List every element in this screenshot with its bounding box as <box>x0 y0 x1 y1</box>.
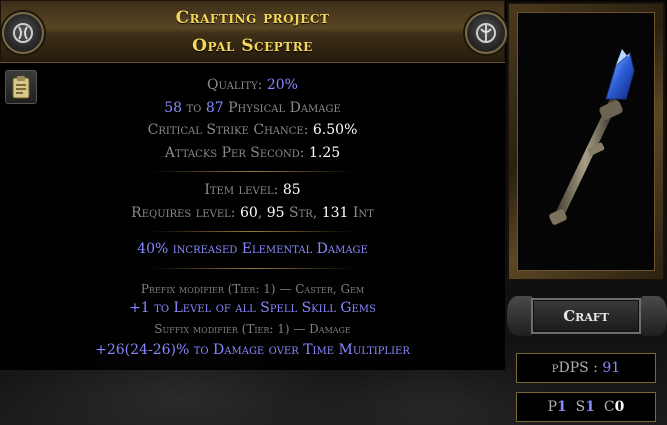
craft-control: Craft <box>507 288 667 346</box>
p-value: 1 <box>557 399 567 415</box>
ilvl-value: 85 <box>282 182 301 198</box>
phys-min: 58 <box>164 100 183 116</box>
suffix-mod: +26(24-26)% to Damage over Time Multipli… <box>95 342 410 358</box>
prefix-suffix-box: P1 S1 C0 <box>516 392 656 422</box>
aps-value: 1.25 <box>308 145 341 161</box>
implicit-mod: 40% increased Elemental Damage <box>137 241 368 257</box>
elder-emblem-icon <box>465 12 507 54</box>
craft-button[interactable]: Craft <box>531 298 641 334</box>
requirements-line: Requires level: 60, 95 Str, 131 Int <box>0 205 505 221</box>
req-int: 131 <box>321 205 349 221</box>
item-tooltip: Crafting project Opal Sceptre Quality: 2… <box>0 0 507 370</box>
separator <box>150 268 355 269</box>
item-art-frame <box>507 2 665 281</box>
item-art <box>517 12 655 271</box>
phys-max: 87 <box>205 100 224 116</box>
c-value: 0 <box>614 399 625 415</box>
phys-to: to <box>182 100 206 116</box>
pdps-label: pDPS : <box>551 360 603 376</box>
pdps-box: pDPS : 91 <box>516 353 656 383</box>
s-value: 1 <box>585 399 596 415</box>
sceptre-icon <box>549 49 635 225</box>
item-level-line: Item level: 85 <box>0 182 505 198</box>
prefix-mod: +1 to Level of all Spell Skill Gems <box>129 300 376 316</box>
str-label: Str, <box>284 205 322 221</box>
pdps-value: 91 <box>602 360 621 376</box>
item-name: Opal Sceptre <box>192 36 313 56</box>
req-str: 95 <box>266 205 285 221</box>
p-label: P <box>547 399 558 415</box>
physical-damage-line: 58 to 87 Physical Damage <box>0 100 505 116</box>
item-header: Crafting project Opal Sceptre <box>0 0 507 63</box>
crit-value: 6.50% <box>312 122 358 138</box>
craft-ornament-left <box>507 296 533 336</box>
suffix-label: Suffix modifier (Tier: 1) — Damage <box>154 322 351 336</box>
prefix-label: Prefix modifier (Tier: 1) — Caster, Gem <box>140 282 365 296</box>
quality-value: 20% <box>266 77 298 93</box>
int-label: Int <box>348 205 374 221</box>
separator <box>150 231 355 232</box>
aps-line: Attacks Per Second: 1.25 <box>0 145 505 161</box>
c-label: C <box>603 399 615 415</box>
ilvl-label: Item level: <box>204 182 283 198</box>
req-sep: , <box>257 205 267 221</box>
aps-label: Attacks Per Second: <box>164 145 309 161</box>
phys-label: Physical Damage <box>223 100 341 116</box>
crit-line: Critical Strike Chance: 6.50% <box>0 122 505 138</box>
craft-ornament-right <box>641 296 667 336</box>
separator <box>150 171 355 172</box>
s-label: S <box>575 399 586 415</box>
crit-label: Critical Strike Chance: <box>147 122 313 138</box>
quality-label: Quality: <box>207 77 267 93</box>
header-title-line1: Crafting project <box>175 8 330 28</box>
quality-line: Quality: 20% <box>0 77 505 93</box>
req-label: Requires level: <box>131 205 240 221</box>
req-level: 60 <box>239 205 258 221</box>
